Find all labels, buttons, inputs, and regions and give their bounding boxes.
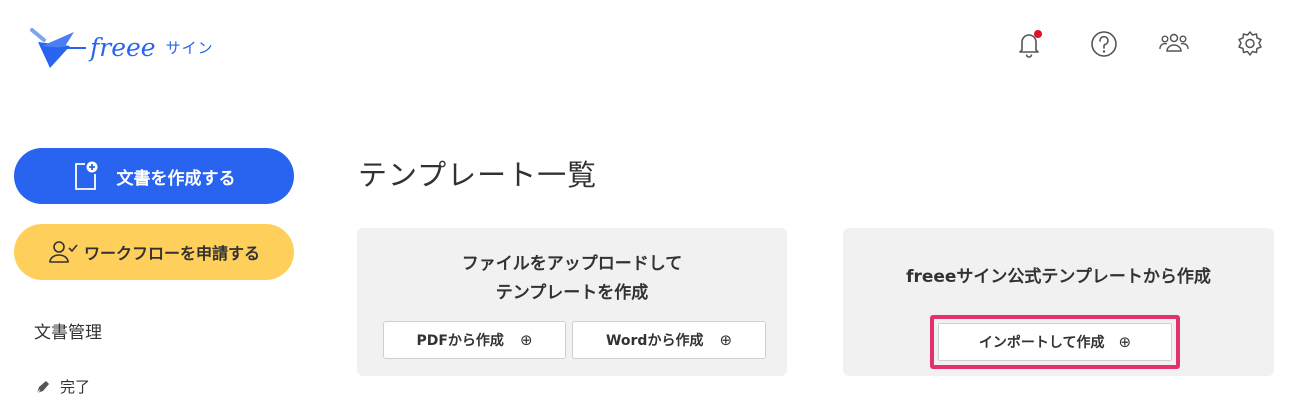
document-management-heading: 文書管理 <box>34 323 102 343</box>
create-from-word-label: Wordから作成 <box>605 333 704 349</box>
create-document-button[interactable]: 文書を作成する <box>14 148 294 204</box>
import-and-create-label: インポートして作成 <box>978 335 1105 351</box>
gear-icon[interactable] <box>1233 27 1267 61</box>
official-template-description: freeeサイン公式テンプレートから作成 <box>906 267 1211 287</box>
page-title: テンプレート一覧 <box>358 158 598 192</box>
plus-circle-icon: ⊕ <box>719 331 733 349</box>
request-workflow-label: ワークフローを申請する <box>83 244 260 263</box>
bell-icon[interactable] <box>1012 27 1046 61</box>
upload-card-line1: ファイルをアップロードして <box>461 254 683 274</box>
create-from-pdf-button[interactable]: PDFから作成 ⊕ <box>383 321 566 359</box>
import-and-create-button[interactable]: インポートして作成 ⊕ <box>938 323 1172 361</box>
user-check-icon <box>49 241 78 263</box>
users-icon[interactable] <box>1157 27 1191 61</box>
plus-circle-icon: ⊕ <box>519 331 533 349</box>
create-document-label: 文書を作成する <box>116 168 236 189</box>
notification-dot <box>1034 30 1042 38</box>
bird-logo-icon <box>30 28 86 68</box>
pen-icon <box>36 380 49 393</box>
official-template-card: freeeサイン公式テンプレートから作成 インポートして作成 ⊕ <box>843 228 1274 376</box>
upload-card-line2: テンプレートを作成 <box>495 283 649 303</box>
logo-text: freee <box>90 32 156 62</box>
sidebar-item-label: 完了 <box>60 378 91 396</box>
help-icon[interactable] <box>1087 27 1121 61</box>
new-document-icon <box>74 161 97 190</box>
upload-card: ファイルをアップロードして テンプレートを作成 PDFから作成 ⊕ Wordから… <box>357 228 787 376</box>
sidebar-item-completed[interactable]: 完了 <box>34 376 90 397</box>
request-workflow-button[interactable]: ワークフローを申請する <box>14 224 294 280</box>
import-button-highlight: インポートして作成 ⊕ <box>930 315 1180 369</box>
freee-sign-logo[interactable]: freee サイン <box>30 22 214 72</box>
create-from-pdf-label: PDFから作成 <box>416 333 504 349</box>
create-from-word-button[interactable]: Wordから作成 ⊕ <box>572 321 766 359</box>
logo-subtitle: サイン <box>165 38 214 57</box>
upload-card-description: ファイルをアップロードして テンプレートを作成 <box>357 250 787 308</box>
plus-circle-icon: ⊕ <box>1118 333 1132 351</box>
